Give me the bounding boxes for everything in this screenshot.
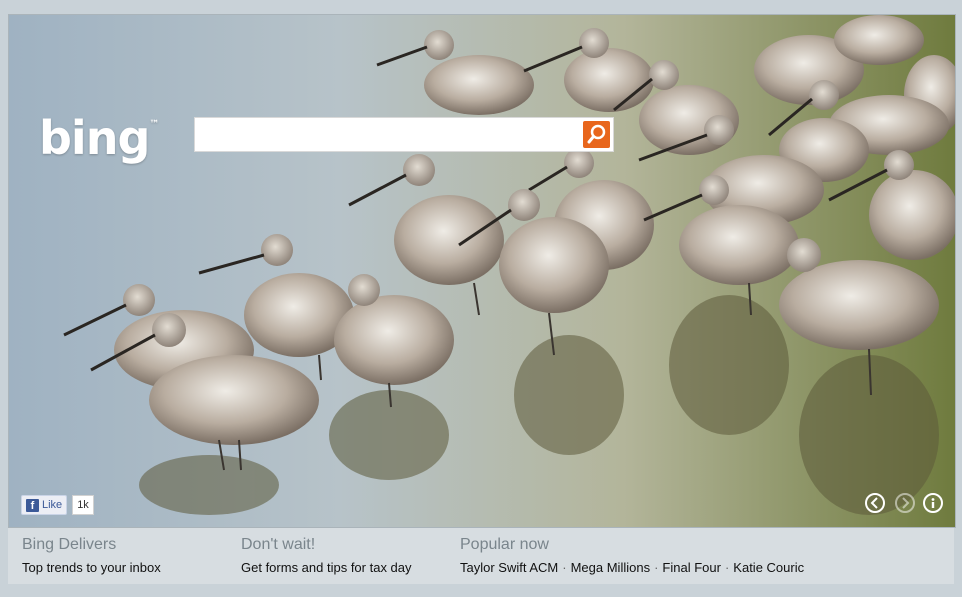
previous-image-button[interactable] <box>865 493 885 513</box>
chevron-left-icon <box>870 497 878 509</box>
trademark: ™ <box>149 119 159 130</box>
footer-heading: Bing Delivers <box>22 536 117 553</box>
facebook-like-widget: f Like 1k <box>21 495 94 515</box>
like-count: 1k <box>72 495 94 515</box>
footer-heading: Popular now <box>460 536 549 553</box>
background-image: bing™ f Like 1k <box>8 14 956 528</box>
info-icon <box>931 498 935 508</box>
like-label: Like <box>42 499 63 511</box>
popular-link[interactable]: Mega Millions <box>571 560 650 575</box>
tax-day-link[interactable]: Get forms and tips for tax day <box>241 560 412 575</box>
facebook-like-button[interactable]: f Like <box>21 495 68 515</box>
popular-link[interactable]: Final Four <box>662 560 721 575</box>
search-input[interactable] <box>195 118 575 149</box>
sandpipers-photo <box>63 15 955 515</box>
facebook-icon: f <box>26 498 39 512</box>
image-info-button[interactable] <box>923 493 943 513</box>
logo-text: bing <box>39 111 150 165</box>
search-icon <box>587 124 606 144</box>
separator: · <box>724 560 730 575</box>
bing-delivers-link[interactable]: Top trends to your inbox <box>22 560 161 575</box>
footer-heading: Don't wait! <box>241 536 316 553</box>
popular-link[interactable]: Taylor Swift ACM <box>460 560 558 575</box>
popular-link[interactable]: Katie Couric <box>733 560 804 575</box>
bing-logo[interactable]: bing™ <box>39 111 159 165</box>
chevron-right-icon <box>902 497 910 509</box>
footer-bar: Bing Delivers Top trends to your inbox D… <box>8 528 954 584</box>
footer-column-bing-delivers: Bing Delivers Top trends to your inbox <box>22 536 161 575</box>
separator: · <box>562 560 567 575</box>
separator: · <box>654 560 659 575</box>
search-box <box>194 117 614 152</box>
footer-column-dont-wait: Don't wait! Get forms and tips for tax d… <box>241 536 412 575</box>
footer-column-popular-now: Popular now Taylor Swift ACM · Mega Millio… <box>460 536 804 575</box>
next-image-button[interactable] <box>895 493 915 513</box>
search-button[interactable] <box>583 121 610 148</box>
